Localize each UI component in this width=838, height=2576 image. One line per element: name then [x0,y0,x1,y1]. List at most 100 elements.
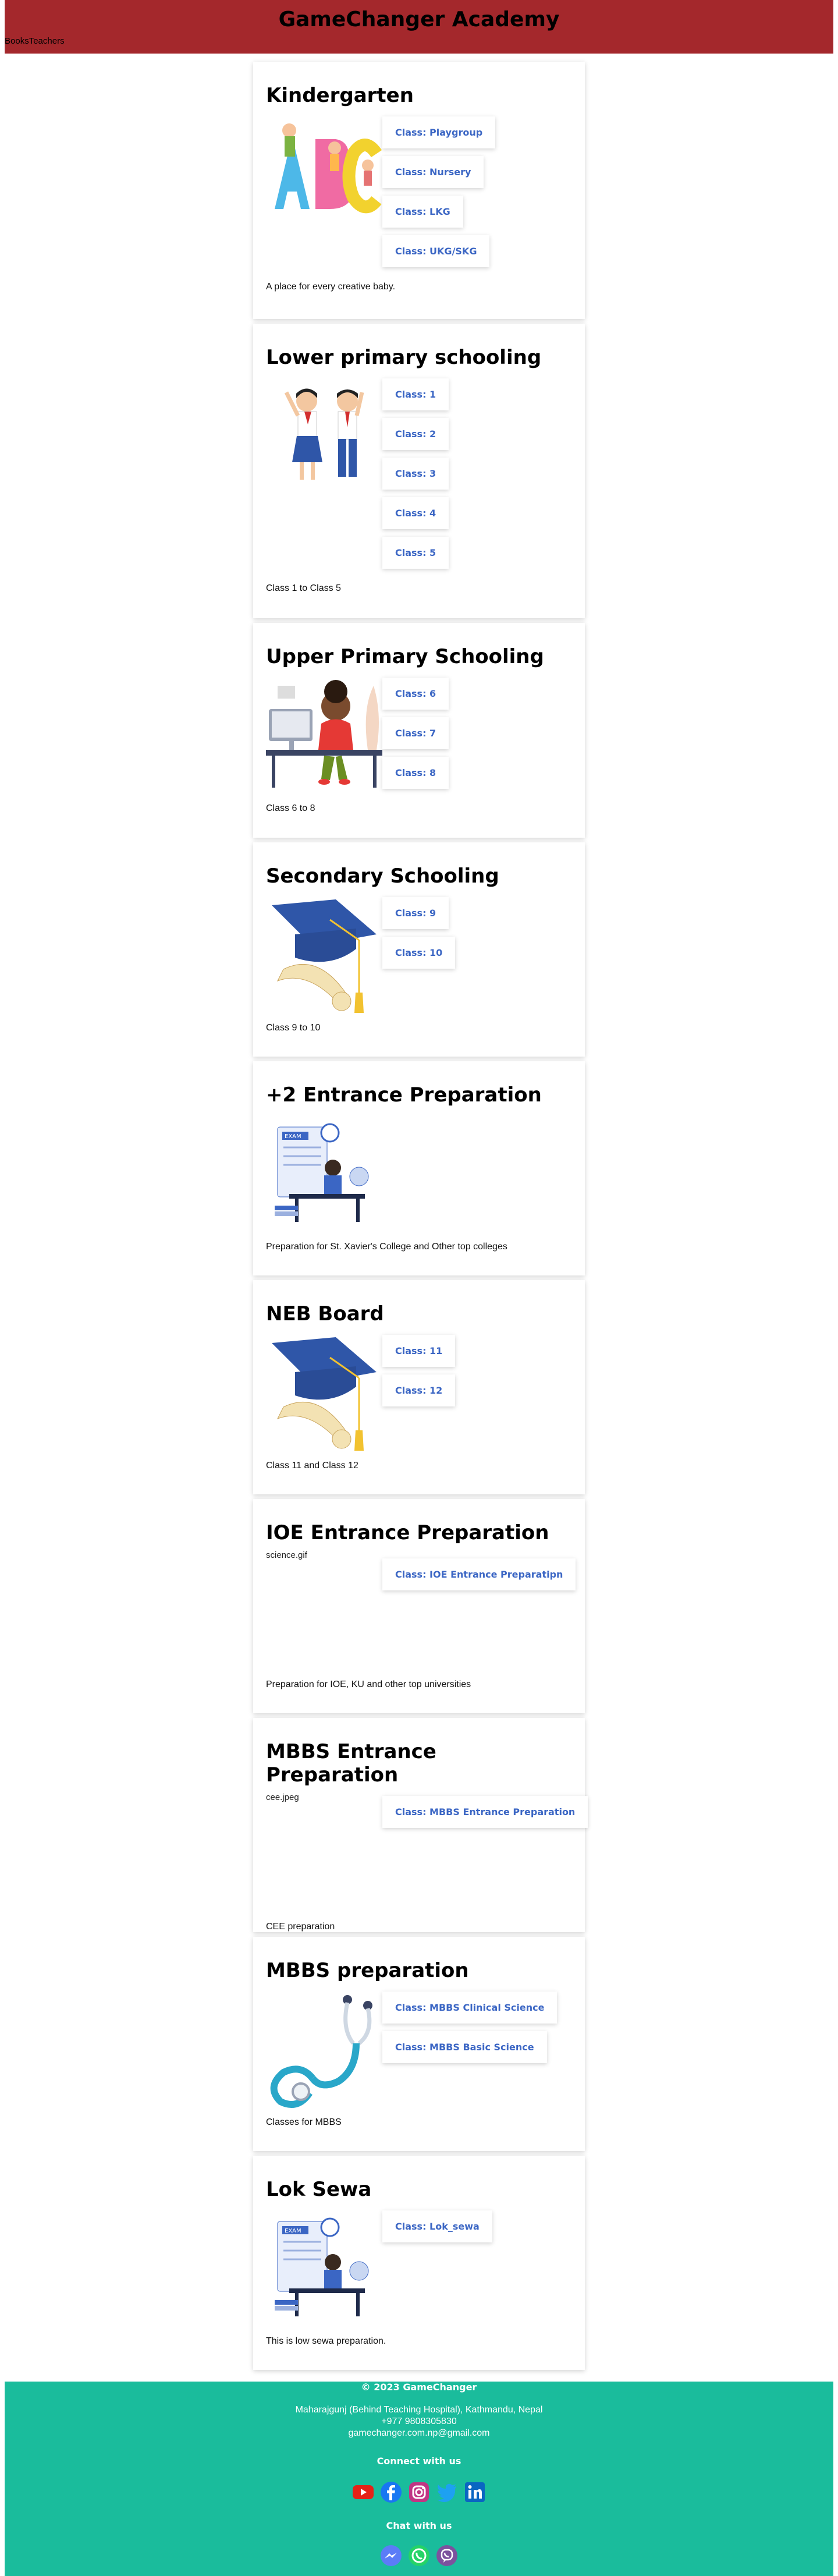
course-title: +2 Entrance Preparation [266,1083,542,1107]
course-card-lok-sewa: Lok Sewa EXAM Class: Lok_sewa This is lo… [253,2156,585,2370]
course-title: Lok Sewa [266,2178,372,2201]
course-card-secondary: Secondary Schooling Class: 9 Class: 10 C… [253,842,585,1057]
class-link-ukg[interactable]: Class: UKG/SKG [382,235,490,267]
site-header: GameChanger Academy BooksTeachers [5,0,833,54]
class-link-playgroup[interactable]: Class: Playgroup [382,116,496,148]
chat-heading: Chat with us [386,2520,452,2531]
class-link-11[interactable]: Class: 11 [382,1335,456,1367]
class-link-mbbs-basic[interactable]: Class: MBBS Basic Science [382,2031,547,2063]
course-description: Class 1 to Class 5 [266,583,341,593]
course-card-neb-board: NEB Board Class: 11 Class: 12 Class 11 a… [253,1280,585,1494]
class-link-lok-sewa[interactable]: Class: Lok_sewa [382,2210,492,2242]
facebook-icon[interactable] [379,2481,403,2504]
class-link-mbbs-clinical[interactable]: Class: MBBS Clinical Science [382,1992,558,2024]
course-description: This is low sewa preparation. [266,2336,386,2346]
exam-illustration: EXAM [275,1123,369,1222]
course-title: Lower primary schooling [266,346,542,369]
site-footer: © 2023 GameChanger Maharajgunj (Behind T… [5,2382,833,2576]
students-illustration [284,388,364,480]
boy-at-desk-illustration [266,680,382,788]
copyright: © 2023 GameChanger [361,2382,477,2393]
class-link-ioe[interactable]: Class: IOE Entrance Preparatipn [382,1558,576,1590]
course-image: EXAM [266,2207,382,2329]
course-description: CEE preparation [266,1922,335,1932]
course-card-kindergarten: Kindergarten Class: Playgroup Class: Nur… [253,62,585,319]
course-title: IOE Entrance Preparation [266,1521,549,1544]
course-image: EXAM [266,1112,382,1235]
course-image: science.gif [266,1550,382,1673]
course-description: Preparation for IOE, KU and other top un… [266,1679,471,1689]
course-description: Class 6 to 8 [266,803,315,813]
class-link-3[interactable]: Class: 3 [382,458,449,490]
class-link-9[interactable]: Class: 9 [382,897,449,929]
course-card-ioe-entrance: IOE Entrance Preparation science.gif Cla… [253,1499,585,1713]
address: Maharajgunj (Behind Teaching Hospital), … [295,2405,543,2415]
class-list: Class: IOE Entrance Preparatipn [382,1550,576,1598]
class-link-lkg[interactable]: Class: LKG [382,196,463,228]
twitter-icon[interactable] [435,2481,459,2504]
nav-link-teachers[interactable]: Teachers [29,36,65,46]
course-list: Kindergarten Class: Playgroup Class: Nur… [253,62,588,2370]
svg-text:EXAM: EXAM [285,2228,301,2234]
class-link-12[interactable]: Class: 12 [382,1374,456,1406]
broken-image-icon: science.gif [266,1550,307,1560]
course-title: Kindergarten [266,84,414,107]
class-list: Class: MBBS Entrance Preparation [382,1792,588,1836]
youtube-icon[interactable] [351,2481,375,2504]
site-title: GameChanger Academy [278,8,560,31]
course-description: A place for every creative baby. [266,282,396,292]
contact-info: Maharajgunj (Behind Teaching Hospital), … [5,2404,833,2439]
course-image [266,1988,382,2110]
class-link-10[interactable]: Class: 10 [382,937,456,969]
broken-image-icon: cee.jpeg [266,1792,299,1802]
phone: +977 9808305830 [381,2416,457,2426]
class-list: Class: Playgroup Class: Nursery Class: L… [382,113,496,275]
course-image [266,1331,382,1454]
course-title: MBBS Entrance Preparation [266,1740,436,1787]
messenger-icon[interactable] [379,2544,403,2567]
class-link-8[interactable]: Class: 8 [382,757,449,789]
course-description: Classes for MBBS [266,2117,342,2127]
nav-link-books[interactable]: Books [5,36,29,46]
viber-icon[interactable] [435,2544,459,2567]
social-links [5,2481,833,2504]
course-card-upper-primary: Upper Primary Schooling Class: 6 Class: … [253,623,585,838]
instagram-icon[interactable] [407,2481,431,2504]
course-card-lower-primary: Lower primary schooling Class: 1 Class: … [253,324,585,618]
abc-letters-illustration [269,119,382,218]
class-link-nursery[interactable]: Class: Nursery [382,156,484,188]
class-link-7[interactable]: Class: 7 [382,717,449,749]
course-image [266,113,382,224]
class-link-1[interactable]: Class: 1 [382,378,449,410]
class-list: Class: 1 Class: 2 Class: 3 Class: 4 Clas… [382,375,449,576]
class-list: Class: 11 Class: 12 [382,1331,456,1414]
graduation-cap-illustration [272,899,377,1013]
course-title: NEB Board [266,1302,384,1326]
course-title: Secondary Schooling [266,864,499,888]
course-card-mbbs-preparation: MBBS preparation Class: MBBS Clinical Sc… [253,1937,585,2151]
connect-heading: Connect with us [377,2455,461,2467]
course-title: Upper Primary Schooling [266,645,544,668]
course-description: Class 9 to 10 [266,1023,321,1033]
course-card-plus2-entrance: +2 Entrance Preparation EXAM Preparation… [253,1061,585,1275]
exam-illustration: EXAM [275,2217,369,2316]
class-list: Class: 6 Class: 7 Class: 8 [382,674,449,796]
class-link-6[interactable]: Class: 6 [382,678,449,710]
class-link-5[interactable]: Class: 5 [382,537,449,569]
svg-text:EXAM: EXAM [285,1133,301,1140]
class-list: Class: 9 Class: 10 [382,894,456,976]
class-link-4[interactable]: Class: 4 [382,497,449,529]
email: gamechanger.com.np@gmail.com [348,2428,490,2438]
class-link-2[interactable]: Class: 2 [382,418,449,450]
course-image [266,894,382,1016]
class-list: Class: MBBS Clinical Science Class: MBBS… [382,1988,558,2071]
whatsapp-icon[interactable] [407,2544,431,2567]
chat-links [5,2544,833,2567]
course-title: MBBS preparation [266,1959,469,1982]
course-image: cee.jpeg [266,1792,382,1915]
course-image [266,674,382,793]
linkedin-icon[interactable] [463,2481,487,2504]
class-link-mbbs-entrance[interactable]: Class: MBBS Entrance Preparation [382,1796,588,1828]
course-description: Preparation for St. Xavier's College and… [266,1242,507,1252]
top-nav: BooksTeachers [5,36,65,46]
